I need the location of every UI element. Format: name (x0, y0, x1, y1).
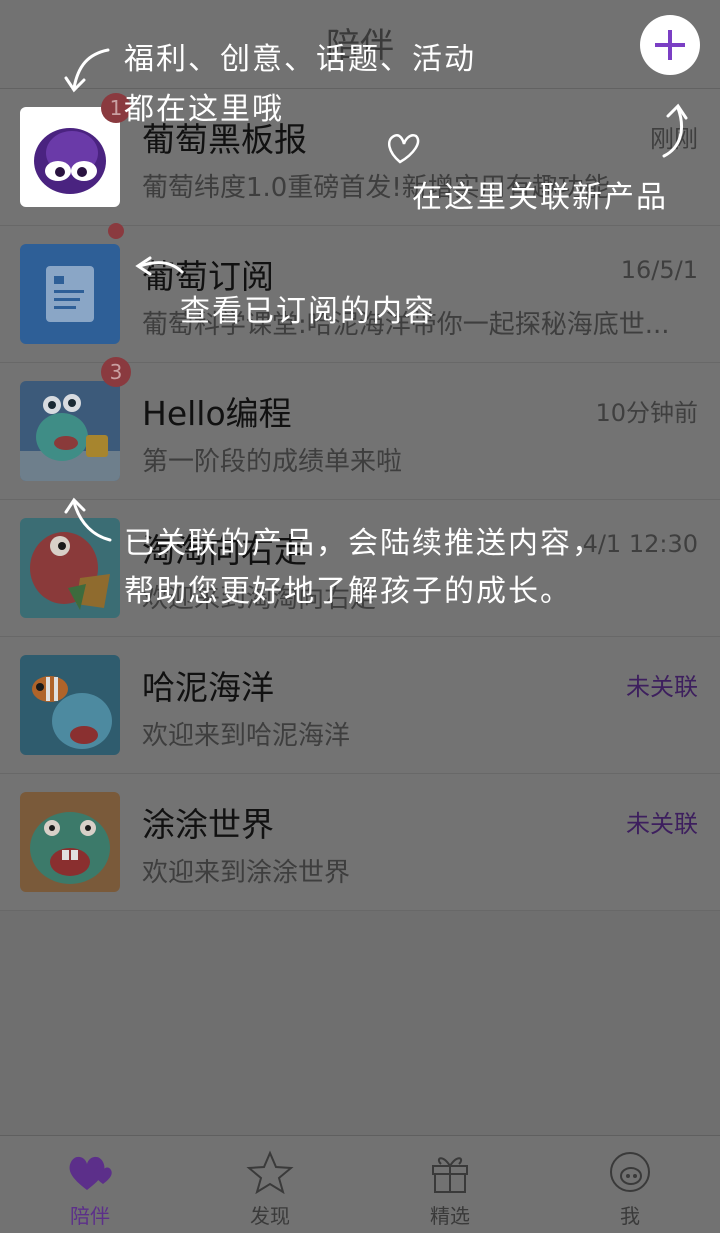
annotation-view-subscribed: 查看已订阅的内容 (180, 294, 436, 329)
companion-screen: 陪伴 1 葡萄黑板报 葡萄纬度1.0重磅首发!新增实用有趣功能 刚刚 葡萄订阅 … (0, 0, 720, 1233)
annotation-linked: 已关联的产品，会陆续推送内容， (124, 526, 604, 561)
annotation-add-product: 在这里关联新产品 (412, 180, 668, 215)
annotation-welfare: 福利、创意、话题、活动 (124, 42, 476, 77)
annotation-linked-cont: 帮助您更好地了解孩子的成长。 (124, 574, 572, 609)
annotation-welfare-cont: 都在这里哦 (124, 92, 284, 127)
